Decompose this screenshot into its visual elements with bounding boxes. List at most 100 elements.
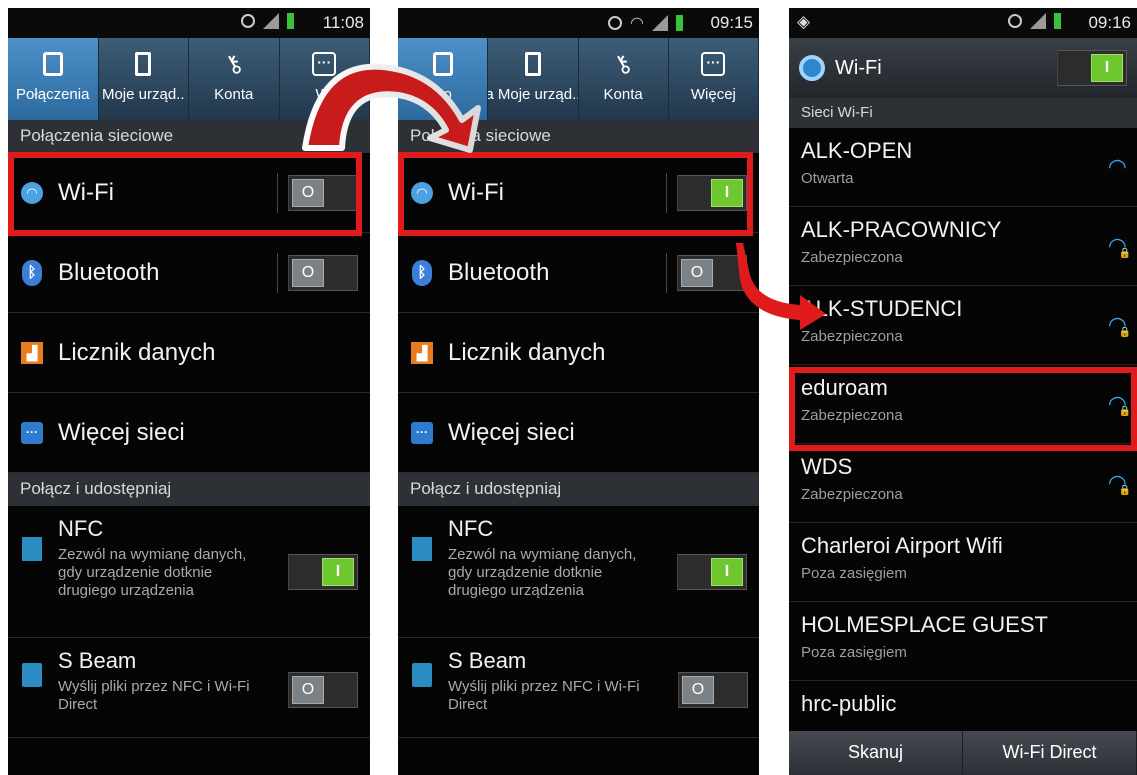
tab-more[interactable]: ··· Więcej [669, 38, 759, 120]
sbeam-toggle[interactable]: O [678, 672, 748, 708]
key-icon: ⚷ [219, 47, 249, 81]
sbeam-icon [412, 663, 432, 687]
status-icons: ◠ [608, 13, 683, 33]
bottom-action-bar: Skanuj Wi-Fi Direct [789, 731, 1137, 775]
toggle-knob: I [711, 558, 743, 586]
alarm-icon [608, 16, 623, 30]
more-networks-row[interactable]: ··· Więcej sieci [398, 393, 759, 473]
nfc-row[interactable]: NFC Zezwól na wymianę danych, gdy urządz… [398, 506, 759, 638]
network-status: Poza zasięgiem [801, 565, 907, 582]
network-name: eduroam [801, 375, 888, 400]
network-item[interactable]: ALK-STUDENCI Zabezpieczona ◠ [789, 286, 1137, 365]
tab-accounts[interactable]: ⚷ Konta [189, 38, 280, 120]
wifi-toggle[interactable]: O [288, 174, 358, 211]
status-time: 09:15 [710, 13, 753, 32]
tab-my-device[interactable]: Moje urząd.. [99, 38, 189, 120]
data-usage-label: Licznik danych [58, 338, 216, 366]
tab-label: Po [433, 86, 452, 103]
sbeam-row[interactable]: S Beam Wyślij pliki przez NFC i Wi-Fi Di… [398, 638, 759, 738]
wifi-secured-icon: ◠ [1108, 312, 1131, 338]
nfc-toggle[interactable]: I [288, 554, 358, 590]
more-networks-row[interactable]: ··· Więcej sieci [8, 393, 370, 473]
network-item[interactable]: WDS Zabezpieczona ◠ [789, 444, 1137, 523]
nfc-title: NFC [448, 516, 494, 541]
network-status: Zabezpieczona [801, 249, 903, 266]
scan-button[interactable]: Skanuj [789, 731, 963, 775]
bluetooth-label: Bluetooth [58, 258, 160, 286]
toggle-knob: I [711, 178, 743, 207]
tab-label: a Moje urząd.. [488, 86, 579, 103]
data-usage-icon: ▟ [21, 341, 43, 364]
wifi-secured-icon: ◠ [1108, 391, 1131, 417]
data-usage-icon: ▟ [411, 341, 433, 364]
tab-more[interactable]: ··· Wi [280, 38, 370, 120]
section-header: Połączenia sieciowe [8, 120, 370, 153]
status-time: 09:16 [1088, 13, 1131, 32]
section-header: Połącz i udostępniaj [398, 473, 759, 506]
sbeam-row[interactable]: S Beam Wyślij pliki przez NFC i Wi-Fi Di… [8, 638, 370, 738]
network-item-eduroam[interactable]: eduroam Zabezpieczona ◠ [789, 365, 1137, 444]
network-name: hrc-public [801, 691, 897, 716]
sbeam-title: S Beam [58, 648, 137, 673]
settings-tabs: Po a Moje urząd.. ⚷ Konta ··· Więcej [398, 38, 759, 120]
tab-label: Moje urząd.. [101, 86, 185, 103]
wifi-row[interactable]: ◠ Wi-Fi I [398, 153, 759, 233]
settings-gear-icon[interactable] [799, 55, 825, 81]
tab-my-device[interactable]: a Moje urząd.. [488, 38, 579, 120]
tab-label: Konta [214, 86, 254, 103]
nfc-description: Zezwól na wymianę danych, gdy urządzenie… [448, 546, 637, 599]
data-usage-row[interactable]: ▟ Licznik danych [8, 313, 370, 393]
data-usage-row[interactable]: ▟ Licznik danych [398, 313, 759, 393]
tab-connections[interactable]: Po [398, 38, 489, 120]
wifi-secured-icon: ◠ [1108, 470, 1131, 496]
bluetooth-row[interactable]: ᛒ Bluetooth O [8, 233, 370, 313]
network-status: Otwarta [801, 170, 854, 187]
divider [666, 172, 667, 213]
wifi-direct-button[interactable]: Wi-Fi Direct [963, 731, 1137, 775]
network-item[interactable]: Charleroi Airport Wifi Poza zasięgiem [789, 523, 1137, 602]
more-networks-label: Więcej sieci [58, 418, 185, 446]
wifi-status-icon: ◠ [630, 15, 644, 32]
wifi-row[interactable]: ◠ Wi-Fi O [8, 153, 370, 233]
toggle-knob: I [1091, 54, 1123, 82]
more-icon: ··· [701, 52, 726, 76]
network-item[interactable]: ALK-PRACOWNICY Zabezpieczona ◠ [789, 207, 1137, 286]
wifi-icon: ◠ [21, 181, 43, 204]
wifi-label: Wi-Fi [58, 178, 114, 206]
sbeam-toggle[interactable]: O [288, 672, 358, 708]
battery-icon [1054, 13, 1061, 29]
wifi-toggle[interactable]: I [677, 174, 747, 211]
section-header: Połą enia sieciowe [398, 120, 759, 153]
nfc-toggle[interactable]: I [677, 554, 747, 590]
bluetooth-row[interactable]: ᛒ Bluetooth O [398, 233, 759, 313]
status-icons [241, 13, 294, 29]
nfc-row[interactable]: NFC Zezwól na wymianę danych, gdy urządz… [8, 506, 370, 638]
tab-label: Połączenia [16, 86, 90, 103]
signal-icon [1030, 13, 1046, 29]
tab-label: Konta [603, 86, 643, 103]
page-title: Wi-Fi [835, 56, 882, 79]
wifi-master-toggle[interactable]: I [1057, 50, 1127, 86]
phone-screen-3: ◈ 09:16 Wi-Fi I Sieci Wi-Fi ALK-OPEN Otw… [789, 8, 1137, 775]
divider [666, 252, 667, 293]
alarm-icon [241, 14, 255, 28]
network-item[interactable]: ALK-OPEN Otwarta ◠ [789, 128, 1137, 207]
signal-icon [652, 15, 668, 31]
tab-label: Wi [315, 86, 334, 103]
status-bar: 11:08 [8, 8, 370, 38]
bluetooth-toggle[interactable]: O [288, 254, 358, 291]
divider [277, 252, 278, 293]
settings-tabs: Połączenia Moje urząd.. ⚷ Konta ··· Wi [8, 38, 370, 120]
network-name: WDS [801, 454, 853, 479]
tab-accounts[interactable]: ⚷ Konta [579, 38, 669, 120]
network-status: Zabezpieczona [801, 407, 903, 424]
toggle-knob: O [292, 178, 324, 207]
network-item[interactable]: HOLMESPLACE GUEST Poza zasięgiem [789, 602, 1137, 681]
more-networks-icon: ··· [21, 421, 43, 444]
data-usage-label: Licznik danych [448, 338, 606, 366]
section-header: Sieci Wi-Fi [789, 98, 1137, 128]
tab-connections[interactable]: Połączenia [8, 38, 99, 120]
bluetooth-icon: ᛒ [412, 259, 432, 286]
bluetooth-toggle[interactable]: O [677, 254, 747, 291]
tab-label: Więcej [690, 86, 736, 103]
